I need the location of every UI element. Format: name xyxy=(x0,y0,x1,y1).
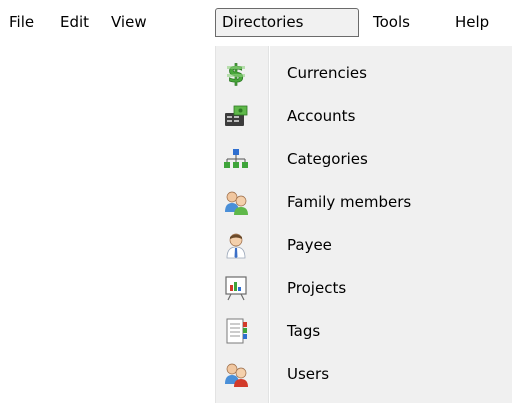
menu-item-label: Payee xyxy=(287,236,332,254)
menu-item-family-members[interactable]: Family members xyxy=(216,181,512,224)
currency-icon: $ xyxy=(227,60,245,87)
menu-bar: File Edit View Directories Tools Help xyxy=(0,0,512,46)
menu-tools[interactable]: Tools xyxy=(373,8,410,37)
menu-file[interactable]: File xyxy=(9,8,34,37)
menu-item-label: Projects xyxy=(287,279,347,297)
menu-item-users[interactable]: Users xyxy=(216,353,512,396)
menu-item-label: Accounts xyxy=(287,107,356,125)
menu-item-label: Categories xyxy=(287,150,368,168)
payee-icon xyxy=(226,233,246,259)
menu-view[interactable]: View xyxy=(111,8,147,37)
menu-item-currencies[interactable]: $ Currencies xyxy=(216,52,512,95)
menu-item-accounts[interactable]: Accounts xyxy=(216,95,512,138)
accounts-icon xyxy=(225,105,248,126)
users-icon xyxy=(225,363,248,387)
menu-item-label: Family members xyxy=(287,193,412,211)
tags-icon xyxy=(226,318,247,344)
menu-item-label: Tags xyxy=(287,322,321,340)
projects-icon xyxy=(225,276,247,301)
menu-directories[interactable]: Directories xyxy=(215,8,359,37)
family-members-icon xyxy=(225,191,248,215)
menu-item-label: Users xyxy=(287,365,330,383)
menu-item-categories[interactable]: Categories xyxy=(216,138,512,181)
menu-help[interactable]: Help xyxy=(455,8,489,37)
svg-text:$: $ xyxy=(228,60,245,87)
menu-item-label: Currencies xyxy=(287,64,367,82)
menu-edit[interactable]: Edit xyxy=(60,8,89,37)
menu-item-tags[interactable]: Tags xyxy=(216,310,512,353)
menu-item-projects[interactable]: Projects xyxy=(216,267,512,310)
menu-item-payee[interactable]: Payee xyxy=(216,224,512,267)
categories-icon xyxy=(224,149,248,168)
directories-dropdown: $ Currencies Accounts Categories Family … xyxy=(215,46,512,403)
